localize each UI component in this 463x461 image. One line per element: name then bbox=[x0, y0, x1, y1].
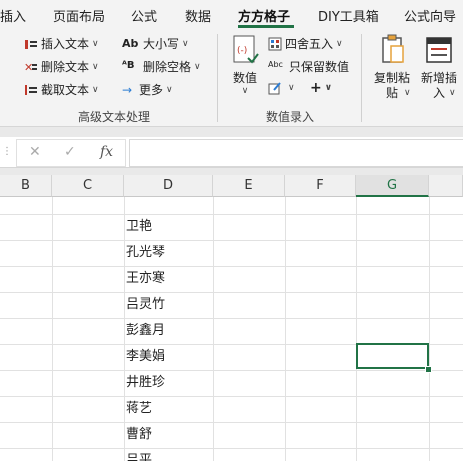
case-icon: Ab bbox=[122, 36, 139, 50]
ribbon: 插入文本 ∨ ✕ 删除文本 ∨ 截取文本 ∨ Ab 大小写 ∨ ᴬB 删除空格 ∨ → 更… bbox=[0, 30, 463, 127]
keep-values-button[interactable]: Abc 只保留数值 bbox=[268, 58, 349, 75]
delete-spaces-icon: ᴬB bbox=[122, 59, 135, 71]
column-header-h[interactable] bbox=[429, 175, 463, 197]
active-tab-underline bbox=[238, 25, 294, 28]
round-icon bbox=[268, 37, 282, 51]
cell-d[interactable]: 吕平 bbox=[126, 448, 152, 461]
extract-text-icon bbox=[24, 83, 38, 97]
column-header-c[interactable]: C bbox=[52, 175, 124, 197]
clipboard-icon bbox=[382, 34, 404, 63]
cancel-icon[interactable]: ✕ bbox=[29, 144, 41, 160]
abc-icon: Abc bbox=[268, 59, 283, 69]
arrow-right-icon: → bbox=[122, 82, 133, 97]
table-insert-icon bbox=[426, 37, 452, 63]
formula-buttons: ✕ ✓ fx bbox=[16, 139, 126, 167]
name-box-grip-icon[interactable]: ⋮ bbox=[0, 137, 14, 167]
round-button[interactable]: 四舍五入 ∨ bbox=[268, 35, 343, 52]
tab-formulas[interactable]: 公式 bbox=[131, 6, 157, 25]
text-group-label: 高级文本处理 bbox=[78, 110, 151, 124]
insert-text-icon bbox=[24, 37, 38, 51]
delete-text-button[interactable]: ✕ 删除文本 ∨ bbox=[24, 58, 99, 75]
cell-d[interactable]: 卫艳 bbox=[126, 214, 152, 240]
tab-formula-wizard[interactable]: 公式向导 bbox=[404, 6, 456, 25]
formula-input[interactable] bbox=[129, 139, 463, 167]
selected-cell[interactable] bbox=[356, 343, 429, 369]
edit-icon bbox=[268, 81, 282, 95]
fill-handle[interactable] bbox=[425, 366, 432, 373]
column-header-f[interactable]: F bbox=[285, 175, 356, 197]
tab-fangfange[interactable]: 方方格子 bbox=[238, 6, 290, 25]
tab-data[interactable]: 数据 bbox=[185, 6, 211, 25]
grid-line bbox=[0, 396, 463, 397]
sheet-grid[interactable]: 卫艳 孔光琴 王亦寒 吕灵竹 彭鑫月 李美娟 井胜珍 蒋艺 曹舒 吕平 bbox=[0, 197, 463, 461]
column-header-d[interactable]: D bbox=[124, 175, 213, 197]
tab-diy-toolbox[interactable]: DIY工具箱 bbox=[318, 6, 379, 25]
tab-page-layout[interactable]: 页面布局 bbox=[53, 6, 105, 25]
copy-paste-caret: ∨ bbox=[404, 88, 411, 98]
cell-d[interactable]: 彭鑫月 bbox=[126, 318, 165, 344]
cell-d[interactable]: 王亦寒 bbox=[126, 266, 165, 292]
formula-bar: ⋮ ✕ ✓ fx bbox=[0, 137, 463, 168]
grid-line bbox=[0, 422, 463, 423]
plus-button[interactable]: + ∨ bbox=[310, 80, 332, 96]
confirm-icon[interactable]: ✓ bbox=[64, 144, 76, 160]
grid-line bbox=[0, 292, 463, 293]
grid-line bbox=[0, 318, 463, 319]
ribbon-gap bbox=[0, 127, 463, 137]
cell-d[interactable]: 孔光琴 bbox=[126, 240, 165, 266]
extract-text-button[interactable]: 截取文本 ∨ bbox=[24, 81, 99, 98]
values-button[interactable]: (-) 数值 ∨ bbox=[226, 34, 264, 96]
edit-button[interactable]: ∨ bbox=[268, 81, 295, 95]
grid-line bbox=[0, 240, 463, 241]
cell-d[interactable]: 曹舒 bbox=[126, 422, 152, 448]
grid-line bbox=[0, 448, 463, 449]
more-button[interactable]: → 更多 ∨ bbox=[122, 81, 173, 98]
insert-text-button[interactable]: 插入文本 ∨ bbox=[24, 35, 99, 52]
case-button[interactable]: Ab 大小写 ∨ bbox=[122, 35, 189, 52]
tab-insert[interactable]: 插入 bbox=[0, 6, 26, 25]
new-insert-caret: ∨ bbox=[449, 88, 456, 98]
cell-d[interactable]: 吕灵竹 bbox=[126, 292, 165, 318]
grid-line bbox=[0, 266, 463, 267]
group-separator-2 bbox=[361, 34, 362, 122]
column-header-b[interactable]: B bbox=[0, 175, 52, 197]
cell-d[interactable]: 井胜珍 bbox=[126, 370, 165, 396]
formula-gap bbox=[0, 168, 463, 175]
ribbon-tab-bar: 插入 页面布局 公式 数据 方方格子 DIY工具箱 公式向导 bbox=[0, 0, 463, 30]
grid-line bbox=[0, 214, 463, 215]
grid-line bbox=[0, 370, 463, 371]
group-separator bbox=[217, 34, 218, 122]
column-header-e[interactable]: E bbox=[213, 175, 285, 197]
cell-d[interactable]: 李美娟 bbox=[126, 344, 165, 370]
cell-d[interactable]: 蒋艺 bbox=[126, 396, 152, 422]
svg-text:(-): (-) bbox=[237, 46, 247, 56]
svg-text:✕: ✕ bbox=[24, 61, 33, 74]
fx-icon[interactable]: fx bbox=[100, 144, 113, 160]
delete-spaces-button[interactable]: ᴬB 删除空格 ∨ bbox=[122, 58, 201, 75]
delete-text-icon: ✕ bbox=[24, 60, 38, 74]
values-icon: (-) bbox=[233, 35, 259, 64]
column-header-g[interactable]: G bbox=[356, 175, 429, 197]
number-group-label: 数值录入 bbox=[266, 110, 315, 124]
